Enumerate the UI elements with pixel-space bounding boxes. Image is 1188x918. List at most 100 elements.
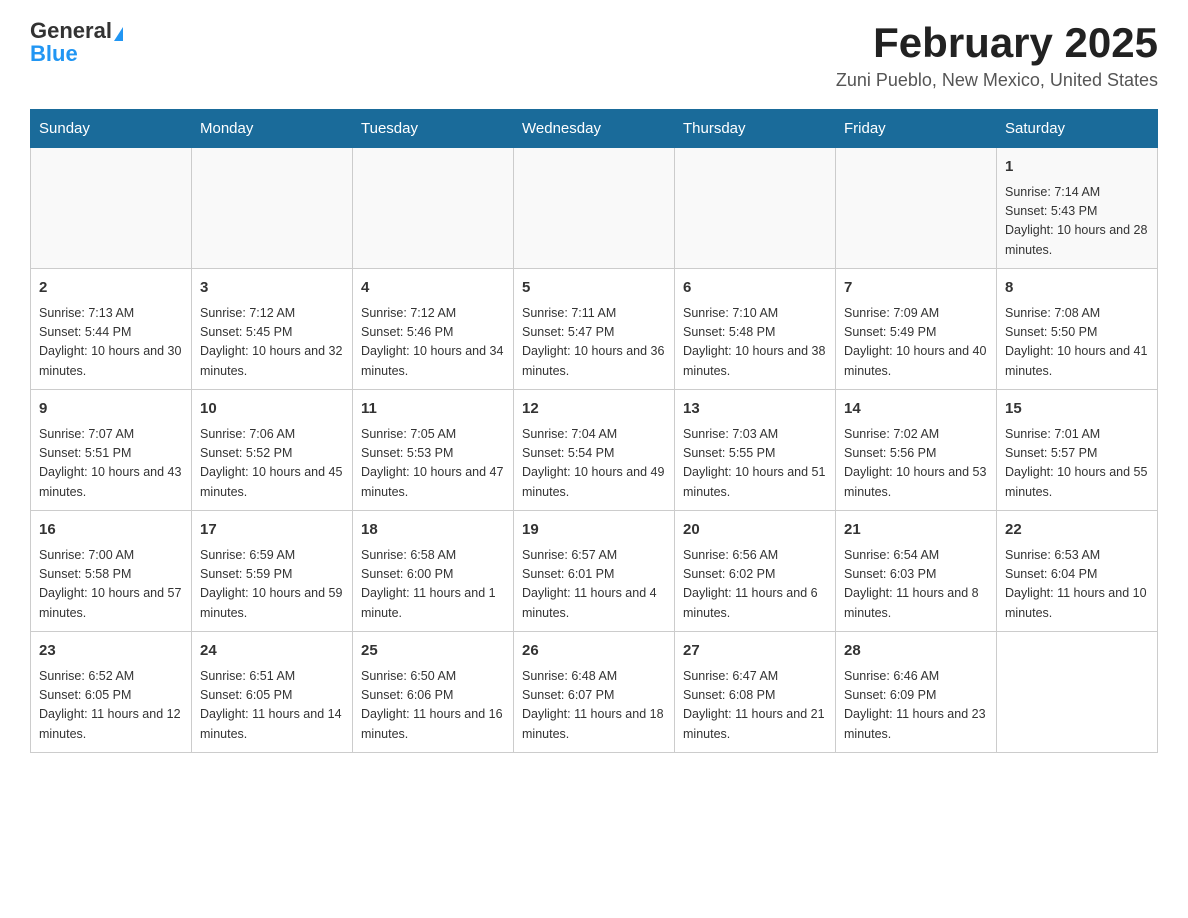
month-title: February 2025 bbox=[836, 20, 1158, 66]
day-info: Sunrise: 6:52 AMSunset: 6:05 PMDaylight:… bbox=[39, 667, 183, 745]
day-of-week-header: Thursday bbox=[675, 110, 836, 148]
calendar-cell: 19Sunrise: 6:57 AMSunset: 6:01 PMDayligh… bbox=[514, 511, 675, 632]
day-info: Sunrise: 6:47 AMSunset: 6:08 PMDaylight:… bbox=[683, 667, 827, 745]
calendar-cell: 2Sunrise: 7:13 AMSunset: 5:44 PMDaylight… bbox=[31, 269, 192, 390]
calendar-cell: 22Sunrise: 6:53 AMSunset: 6:04 PMDayligh… bbox=[997, 511, 1158, 632]
calendar-cell: 25Sunrise: 6:50 AMSunset: 6:06 PMDayligh… bbox=[353, 632, 514, 753]
day-info: Sunrise: 7:12 AMSunset: 5:45 PMDaylight:… bbox=[200, 304, 344, 382]
day-number: 21 bbox=[844, 519, 988, 542]
day-info: Sunrise: 6:50 AMSunset: 6:06 PMDaylight:… bbox=[361, 667, 505, 745]
day-info: Sunrise: 7:10 AMSunset: 5:48 PMDaylight:… bbox=[683, 304, 827, 382]
day-of-week-header: Friday bbox=[836, 110, 997, 148]
calendar-cell bbox=[353, 148, 514, 269]
logo-triangle-icon bbox=[114, 27, 123, 41]
day-info: Sunrise: 7:11 AMSunset: 5:47 PMDaylight:… bbox=[522, 304, 666, 382]
day-number: 24 bbox=[200, 640, 344, 663]
calendar-cell: 5 Sunrise: 7:11 AMSunset: 5:47 PMDaylight… bbox=[514, 269, 675, 390]
title-area: February 2025 Zuni Pueblo, New Mexico, U… bbox=[836, 20, 1158, 91]
day-number: 11 bbox=[361, 398, 505, 421]
calendar-week-row: 2Sunrise: 7:13 AMSunset: 5:44 PMDaylight… bbox=[31, 269, 1158, 390]
logo-general-text: General bbox=[30, 18, 112, 43]
page-header: General Blue February 2025 Zuni Pueblo, … bbox=[30, 20, 1158, 91]
logo: General Blue bbox=[30, 20, 123, 66]
calendar-week-row: 16 Sunrise: 7:00 AMSunset: 5:58 PMDayligh… bbox=[31, 511, 1158, 632]
day-info: Sunrise: 7:01 AMSunset: 5:57 PMDaylight:… bbox=[1005, 425, 1149, 503]
calendar-cell: 20 Sunrise: 6:56 AMSunset: 6:02 PMDayligh… bbox=[675, 511, 836, 632]
day-info: Sunrise: 7:08 AMSunset: 5:50 PMDaylight:… bbox=[1005, 304, 1149, 382]
day-info: Sunrise: 6:46 AMSunset: 6:09 PMDaylight:… bbox=[844, 667, 988, 745]
day-of-week-header: Wednesday bbox=[514, 110, 675, 148]
calendar-cell: 7 Sunrise: 7:09 AMSunset: 5:49 PMDaylight… bbox=[836, 269, 997, 390]
calendar-week-row: 1 Sunrise: 7:14 AMSunset: 5:43 PMDaylight… bbox=[31, 148, 1158, 269]
day-of-week-header: Monday bbox=[192, 110, 353, 148]
calendar-week-row: 9Sunrise: 7:07 AMSunset: 5:51 PMDaylight… bbox=[31, 390, 1158, 511]
day-info: Sunrise: 6:57 AMSunset: 6:01 PMDaylight:… bbox=[522, 546, 666, 624]
calendar-cell bbox=[192, 148, 353, 269]
day-number: 6 bbox=[683, 277, 827, 300]
day-number: 13 bbox=[683, 398, 827, 421]
calendar-table: SundayMondayTuesdayWednesdayThursdayFrid… bbox=[30, 109, 1158, 753]
calendar-cell: 11 Sunrise: 7:05 AMSunset: 5:53 PMDayligh… bbox=[353, 390, 514, 511]
calendar-cell: 3 Sunrise: 7:12 AMSunset: 5:45 PMDaylight… bbox=[192, 269, 353, 390]
calendar-cell: 9Sunrise: 7:07 AMSunset: 5:51 PMDaylight… bbox=[31, 390, 192, 511]
calendar-cell: 13 Sunrise: 7:03 AMSunset: 5:55 PMDayligh… bbox=[675, 390, 836, 511]
calendar-cell: 27 Sunrise: 6:47 AMSunset: 6:08 PMDayligh… bbox=[675, 632, 836, 753]
calendar-cell: 17Sunrise: 6:59 AMSunset: 5:59 PMDayligh… bbox=[192, 511, 353, 632]
day-number: 1 bbox=[1005, 156, 1149, 179]
day-info: Sunrise: 7:06 AMSunset: 5:52 PMDaylight:… bbox=[200, 425, 344, 503]
day-number: 27 bbox=[683, 640, 827, 663]
day-info: Sunrise: 7:05 AMSunset: 5:53 PMDaylight:… bbox=[361, 425, 505, 503]
calendar-cell: 23 Sunrise: 6:52 AMSunset: 6:05 PMDayligh… bbox=[31, 632, 192, 753]
calendar-cell: 16 Sunrise: 7:00 AMSunset: 5:58 PMDayligh… bbox=[31, 511, 192, 632]
calendar-cell: 12 Sunrise: 7:04 AMSunset: 5:54 PMDayligh… bbox=[514, 390, 675, 511]
calendar-header: SundayMondayTuesdayWednesdayThursdayFrid… bbox=[31, 110, 1158, 148]
day-info: Sunrise: 6:59 AMSunset: 5:59 PMDaylight:… bbox=[200, 546, 344, 624]
day-info: Sunrise: 6:48 AMSunset: 6:07 PMDaylight:… bbox=[522, 667, 666, 745]
day-of-week-header: Saturday bbox=[997, 110, 1158, 148]
calendar-cell bbox=[836, 148, 997, 269]
day-info: Sunrise: 7:00 AMSunset: 5:58 PMDaylight:… bbox=[39, 546, 183, 624]
day-info: Sunrise: 6:58 AMSunset: 6:00 PMDaylight:… bbox=[361, 546, 505, 624]
calendar-cell: 8Sunrise: 7:08 AMSunset: 5:50 PMDaylight… bbox=[997, 269, 1158, 390]
day-number: 4 bbox=[361, 277, 505, 300]
day-number: 26 bbox=[522, 640, 666, 663]
calendar-cell: 28 Sunrise: 6:46 AMSunset: 6:09 PMDayligh… bbox=[836, 632, 997, 753]
day-info: Sunrise: 6:56 AMSunset: 6:02 PMDaylight:… bbox=[683, 546, 827, 624]
day-info: Sunrise: 7:09 AMSunset: 5:49 PMDaylight:… bbox=[844, 304, 988, 382]
calendar-cell bbox=[997, 632, 1158, 753]
day-info: Sunrise: 6:53 AMSunset: 6:04 PMDaylight:… bbox=[1005, 546, 1149, 624]
day-number: 28 bbox=[844, 640, 988, 663]
day-info: Sunrise: 7:12 AMSunset: 5:46 PMDaylight:… bbox=[361, 304, 505, 382]
calendar-cell: 21Sunrise: 6:54 AMSunset: 6:03 PMDayligh… bbox=[836, 511, 997, 632]
day-number: 20 bbox=[683, 519, 827, 542]
day-number: 14 bbox=[844, 398, 988, 421]
day-number: 7 bbox=[844, 277, 988, 300]
calendar-week-row: 23 Sunrise: 6:52 AMSunset: 6:05 PMDayligh… bbox=[31, 632, 1158, 753]
day-info: Sunrise: 7:02 AMSunset: 5:56 PMDaylight:… bbox=[844, 425, 988, 503]
day-number: 15 bbox=[1005, 398, 1149, 421]
day-info: Sunrise: 6:51 AMSunset: 6:05 PMDaylight:… bbox=[200, 667, 344, 745]
day-number: 12 bbox=[522, 398, 666, 421]
day-number: 3 bbox=[200, 277, 344, 300]
calendar-cell: 10 Sunrise: 7:06 AMSunset: 5:52 PMDayligh… bbox=[192, 390, 353, 511]
logo-text: General bbox=[30, 20, 123, 43]
day-number: 23 bbox=[39, 640, 183, 663]
calendar-cell: 24 Sunrise: 6:51 AMSunset: 6:05 PMDayligh… bbox=[192, 632, 353, 753]
day-info: Sunrise: 7:07 AMSunset: 5:51 PMDaylight:… bbox=[39, 425, 183, 503]
calendar-cell bbox=[514, 148, 675, 269]
day-number: 16 bbox=[39, 519, 183, 542]
day-info: Sunrise: 7:04 AMSunset: 5:54 PMDaylight:… bbox=[522, 425, 666, 503]
calendar-cell: 6 Sunrise: 7:10 AMSunset: 5:48 PMDaylight… bbox=[675, 269, 836, 390]
calendar-cell: 26 Sunrise: 6:48 AMSunset: 6:07 PMDayligh… bbox=[514, 632, 675, 753]
day-info: Sunrise: 7:14 AMSunset: 5:43 PMDaylight:… bbox=[1005, 183, 1149, 261]
calendar-cell bbox=[675, 148, 836, 269]
calendar-cell bbox=[31, 148, 192, 269]
calendar-cell: 14 Sunrise: 7:02 AMSunset: 5:56 PMDayligh… bbox=[836, 390, 997, 511]
day-info: Sunrise: 7:03 AMSunset: 5:55 PMDaylight:… bbox=[683, 425, 827, 503]
header-row: SundayMondayTuesdayWednesdayThursdayFrid… bbox=[31, 110, 1158, 148]
day-number: 10 bbox=[200, 398, 344, 421]
day-number: 5 bbox=[522, 277, 666, 300]
calendar-cell: 1 Sunrise: 7:14 AMSunset: 5:43 PMDaylight… bbox=[997, 148, 1158, 269]
day-info: Sunrise: 7:13 AMSunset: 5:44 PMDaylight:… bbox=[39, 304, 183, 382]
calendar-cell: 18Sunrise: 6:58 AMSunset: 6:00 PMDayligh… bbox=[353, 511, 514, 632]
